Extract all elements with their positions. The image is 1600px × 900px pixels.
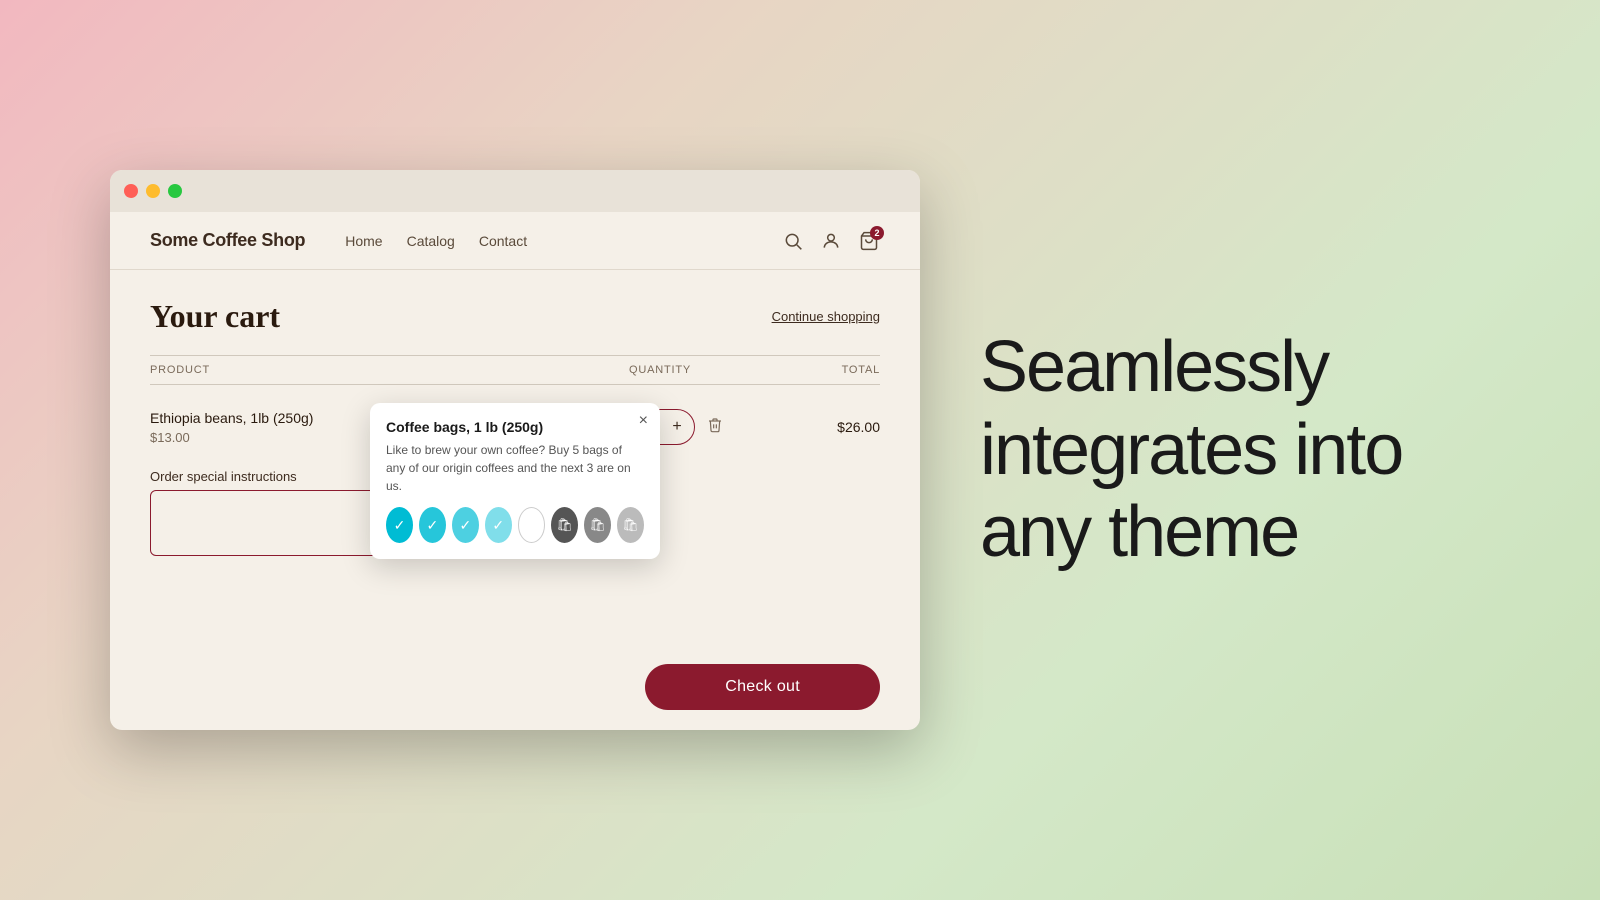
cart-badge: 2 (870, 226, 884, 240)
delete-item-button[interactable] (707, 417, 723, 438)
cart-table-header: PRODUCT QUANTITY TOTAL (150, 355, 880, 385)
col-quantity: QUANTITY (560, 364, 760, 376)
tagline-line2: integrates into (980, 409, 1540, 492)
nav-link-contact[interactable]: Contact (479, 233, 527, 249)
right-text: Seamlessly integrates into any theme (920, 286, 1600, 614)
continue-shopping-link[interactable]: Continue shopping (772, 309, 880, 324)
nav-icons: 2 (782, 230, 880, 252)
col-total: TOTAL (760, 364, 880, 376)
cart-header: Your cart Continue shopping (150, 298, 880, 335)
tagline: Seamlessly integrates into any theme (980, 326, 1540, 574)
cart-icon[interactable]: 2 (858, 230, 880, 252)
tagline-line1: Seamlessly (980, 326, 1540, 409)
checkout-area: Check out (645, 664, 880, 710)
tooltip-icon-3: ✓ (452, 507, 479, 543)
instructions-textarea[interactable] (150, 490, 390, 556)
tooltip-icon-2: ✓ (419, 507, 446, 543)
traffic-light-red[interactable] (124, 184, 138, 198)
qty-increase-button[interactable]: + (660, 410, 694, 444)
cart-item-row: Ethiopia beans, 1lb (250g) $13.00 − 2 + (150, 393, 880, 461)
cart-body: Your cart Continue shopping PRODUCT QUAN… (110, 270, 920, 730)
tooltip-description: Like to brew your own coffee? Buy 5 bags… (386, 441, 644, 495)
tooltip-icon-6: 🛍 (551, 507, 578, 543)
browser-titlebar (110, 170, 920, 212)
tooltip-icon-8: 🛍 (617, 507, 644, 543)
item-total: $26.00 (760, 419, 880, 435)
tooltip-popup: × Coffee bags, 1 lb (250g) Like to brew … (370, 403, 660, 559)
col-product: PRODUCT (150, 364, 560, 376)
nav-link-home[interactable]: Home (345, 233, 382, 249)
checkout-button[interactable]: Check out (645, 664, 880, 710)
tooltip-icon-4: ✓ (485, 507, 512, 543)
tooltip-close-button[interactable]: × (639, 413, 648, 429)
traffic-light-green[interactable] (168, 184, 182, 198)
nav-link-catalog[interactable]: Catalog (407, 233, 455, 249)
tooltip-icon-7: 🛍 (584, 507, 611, 543)
tooltip-icons: ✓ ✓ ✓ ✓ 🛍 🛍 🛍 (386, 507, 644, 543)
traffic-lights (124, 184, 182, 198)
search-icon[interactable] (782, 230, 804, 252)
page-wrapper: Some Coffee Shop Home Catalog Contact (0, 0, 1600, 900)
account-icon[interactable] (820, 230, 842, 252)
tagline-line3: any theme (980, 491, 1540, 574)
shop-logo: Some Coffee Shop (150, 230, 305, 251)
browser-window: Some Coffee Shop Home Catalog Contact (110, 170, 920, 730)
traffic-light-yellow[interactable] (146, 184, 160, 198)
cart-title: Your cart (150, 298, 280, 335)
tooltip-icon-1: ✓ (386, 507, 413, 543)
tooltip-title: Coffee bags, 1 lb (250g) (386, 419, 644, 435)
shop-nav: Some Coffee Shop Home Catalog Contact (110, 212, 920, 270)
tooltip-icon-5 (518, 507, 545, 543)
browser-content: Some Coffee Shop Home Catalog Contact (110, 212, 920, 730)
nav-links: Home Catalog Contact (345, 233, 782, 249)
